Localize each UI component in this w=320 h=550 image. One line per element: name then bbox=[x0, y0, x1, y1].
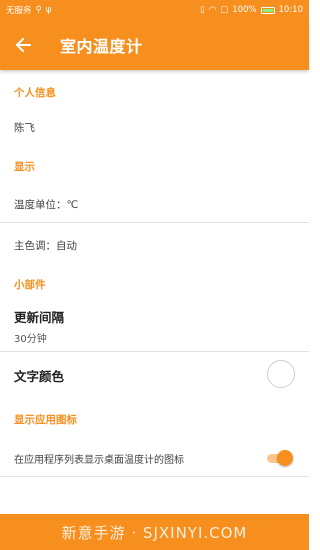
section-header-app-icon: 显示应用图标 bbox=[14, 413, 77, 426]
toggle-thumb bbox=[277, 450, 293, 466]
section-header-widget: 小部件 bbox=[14, 278, 46, 291]
settings-list: 个人信息 陈飞 显示 温度单位：℃ 主色调：自动 小部件 更新间隔 30分钟 文… bbox=[0, 70, 309, 477]
section-header-display: 显示 bbox=[14, 160, 35, 173]
no-sim-icon: ▢ bbox=[220, 5, 229, 15]
setting-update-interval[interactable]: 更新间隔 30分钟 bbox=[0, 301, 309, 351]
text-color-title: 文字颜色 bbox=[14, 368, 65, 384]
color-swatch[interactable] bbox=[267, 360, 295, 388]
watermark-text: 新意手游 · SJXINYI.COM bbox=[61, 523, 248, 542]
status-bar: 无服务 ⚲ ψ ▯ ◠ ▢ 100% 10:10 bbox=[0, 0, 309, 20]
setting-text-color[interactable]: 文字颜色 bbox=[0, 352, 309, 398]
signal-icon: ⚲ bbox=[35, 5, 42, 15]
app-bar: 室内温度计 bbox=[0, 20, 309, 70]
arrow-left-icon bbox=[15, 37, 31, 53]
battery-percent: 100% bbox=[232, 5, 257, 15]
section-header-personal: 个人信息 bbox=[14, 86, 56, 99]
usb-icon: ψ bbox=[45, 5, 52, 15]
wifi-icon: ◠ bbox=[208, 5, 217, 15]
divider bbox=[0, 476, 309, 477]
setting-temperature-unit[interactable]: 温度单位：℃ bbox=[0, 186, 309, 222]
bottom-bar: 新意手游 · SJXINYI.COM bbox=[0, 514, 309, 550]
setting-show-app-icon[interactable]: 在应用程序列表显示桌面温度计的图标 bbox=[0, 440, 309, 476]
show-icon-label: 在应用程序列表显示桌面温度计的图标 bbox=[14, 454, 184, 466]
update-interval-value: 30分钟 bbox=[14, 334, 47, 345]
setting-theme-color[interactable]: 主色调：自动 bbox=[0, 223, 309, 267]
vibrate-icon: ▯ bbox=[200, 5, 205, 15]
battery-icon bbox=[260, 6, 275, 14]
show-icon-toggle[interactable] bbox=[265, 450, 293, 466]
status-time: 10:10 bbox=[278, 5, 304, 15]
setting-user-name[interactable]: 陈飞 bbox=[0, 112, 309, 142]
update-interval-title: 更新间隔 bbox=[14, 310, 65, 325]
back-button[interactable] bbox=[0, 20, 46, 70]
carrier-text: 无服务 bbox=[6, 6, 32, 16]
page-title: 室内温度计 bbox=[60, 37, 143, 56]
